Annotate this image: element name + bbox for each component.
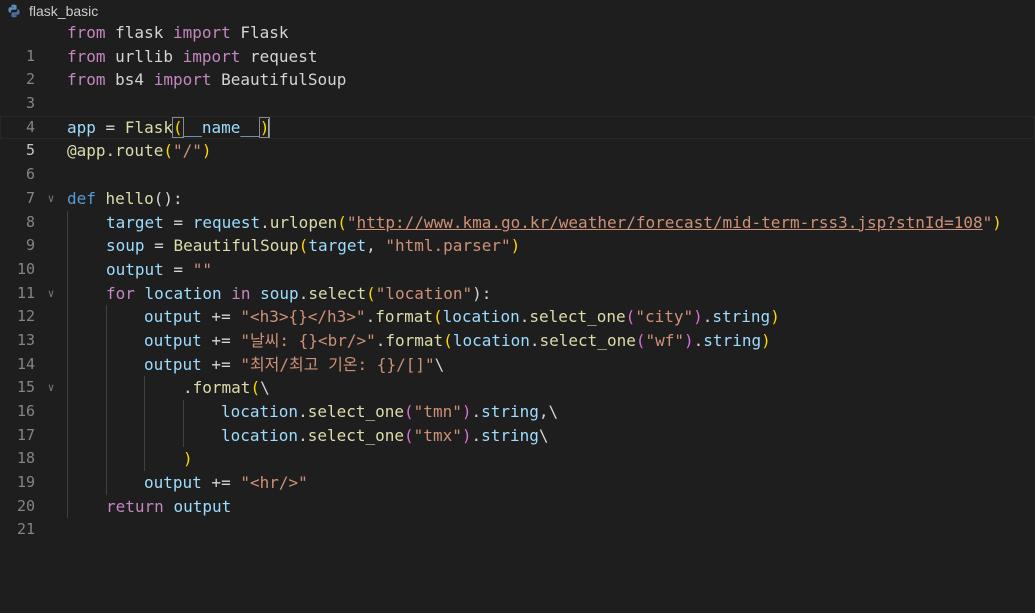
code-line[interactable]: 21 return output xyxy=(0,494,1035,538)
code-text: output = "" xyxy=(106,259,212,279)
code-line[interactable]: 8 ∨ def hello(): xyxy=(0,187,1035,231)
indent-guide xyxy=(106,447,107,472)
indent-guide xyxy=(67,471,68,495)
line-number: 21 xyxy=(16,520,35,539)
indent-guide xyxy=(67,447,68,472)
editor-tab[interactable]: flask_basic xyxy=(0,0,1035,21)
tab-title: flask_basic xyxy=(29,2,99,19)
code-text: location.select_one("tmn").string,\ xyxy=(221,402,559,421)
code-text: .format(\ xyxy=(183,378,270,398)
indent-guide xyxy=(67,305,68,329)
indent-guide xyxy=(106,423,107,448)
indent-guide xyxy=(183,400,184,424)
fold-chevron-icon[interactable]: ∨ xyxy=(44,187,58,211)
code-line[interactable]: 4 xyxy=(0,92,1035,136)
code-text: output += "날씨: {}<br/>".format(location.… xyxy=(144,330,771,350)
code-text: for location in soup.select("location"): xyxy=(106,283,492,303)
code-text: ) xyxy=(183,449,193,469)
code-line[interactable]: 2 from urllib import request xyxy=(0,45,1035,89)
indent-guide xyxy=(144,400,145,424)
code-line[interactable]: 1 from flask import Flask xyxy=(0,21,1035,65)
code-text: @app.route("/") xyxy=(67,141,212,161)
indent-guide xyxy=(67,376,68,400)
indent-guide xyxy=(144,447,145,472)
indent-guide xyxy=(106,328,107,353)
code-line[interactable]: 3 from bs4 import BeautifulSoup xyxy=(0,68,1035,112)
code-line[interactable]: 9 target = request.urlopen("http://www.k… xyxy=(0,210,1035,254)
code-line[interactable]: 17 location.select_one("tmn").string,\ xyxy=(0,400,1035,444)
code-line[interactable]: 11 output = "" xyxy=(0,257,1035,302)
code-line[interactable]: 14 output += "날씨: {}<br/>".format(locati… xyxy=(0,328,1035,373)
code-line[interactable]: 19 ) xyxy=(0,447,1035,491)
code-text: output += "최저/최고 기온: {}/[]"\ xyxy=(144,354,445,374)
code-text: location.select_one("tmx").string\ xyxy=(221,425,549,445)
fold-chevron-icon[interactable]: ∨ xyxy=(44,376,58,400)
indent-guide xyxy=(67,352,68,377)
code-line-current[interactable]: 5 app = Flask(__name__) xyxy=(0,115,1035,159)
fold-chevron-icon[interactable]: ∨ xyxy=(44,282,58,306)
indent-guide xyxy=(144,423,145,448)
code-text: return output xyxy=(106,496,232,516)
indent-guide xyxy=(67,400,68,424)
indent-guide xyxy=(67,257,68,282)
indent-guide xyxy=(183,423,184,448)
code-text: from urllib import request xyxy=(67,46,318,66)
code-text: soup = BeautifulSoup(target, "html.parse… xyxy=(106,236,521,256)
indent-guide xyxy=(106,352,107,377)
code-editor[interactable]: 1 from flask import Flask 2 from urllib … xyxy=(0,21,1035,538)
code-text: from bs4 import BeautifulSoup xyxy=(67,70,347,90)
indent-guide xyxy=(106,376,107,400)
python-file-icon xyxy=(7,4,21,18)
code-line[interactable]: 15 output += "최저/최고 기온: {}/[]"\ xyxy=(0,352,1035,396)
code-text: from flask import Flask xyxy=(67,23,289,42)
code-line[interactable]: 6 @app.route("/") xyxy=(0,139,1035,183)
code-line[interactable]: 18 location.select_one("tmx").string\ xyxy=(0,423,1035,467)
code-line[interactable]: 13 output += "<h3>{}</h3>".format(locati… xyxy=(0,305,1035,349)
indent-guide xyxy=(106,400,107,424)
code-line[interactable]: 20 output += "<hr/>" xyxy=(0,471,1035,515)
code-line[interactable]: 12 ∨ for location in soup.select("locati… xyxy=(0,281,1035,325)
indent-guide xyxy=(67,494,68,519)
code-text: output += "<hr/>" xyxy=(144,473,308,493)
code-text: def hello(): xyxy=(67,188,183,208)
indent-guide xyxy=(67,210,68,235)
code-line[interactable]: 16 ∨ .format(\ xyxy=(0,376,1035,420)
text-cursor xyxy=(268,119,271,138)
indent-guide xyxy=(67,423,68,448)
code-text: app = Flask(__name__) xyxy=(67,116,271,138)
indent-guide xyxy=(106,305,107,329)
indent-guide xyxy=(67,281,68,306)
url-link[interactable]: http://www.kma.go.kr/weather/forecast/mi… xyxy=(357,213,983,232)
indent-guide xyxy=(67,328,68,353)
indent-guide xyxy=(106,471,107,495)
code-line[interactable]: 7 xyxy=(0,163,1035,207)
indent-guide xyxy=(67,234,68,258)
code-line[interactable]: 10 soup = BeautifulSoup(target, "html.pa… xyxy=(0,234,1035,278)
code-text: output += "<h3>{}</h3>".format(location.… xyxy=(144,307,780,327)
indent-guide xyxy=(144,376,145,400)
code-text: target = request.urlopen("http://www.kma… xyxy=(106,212,1002,232)
